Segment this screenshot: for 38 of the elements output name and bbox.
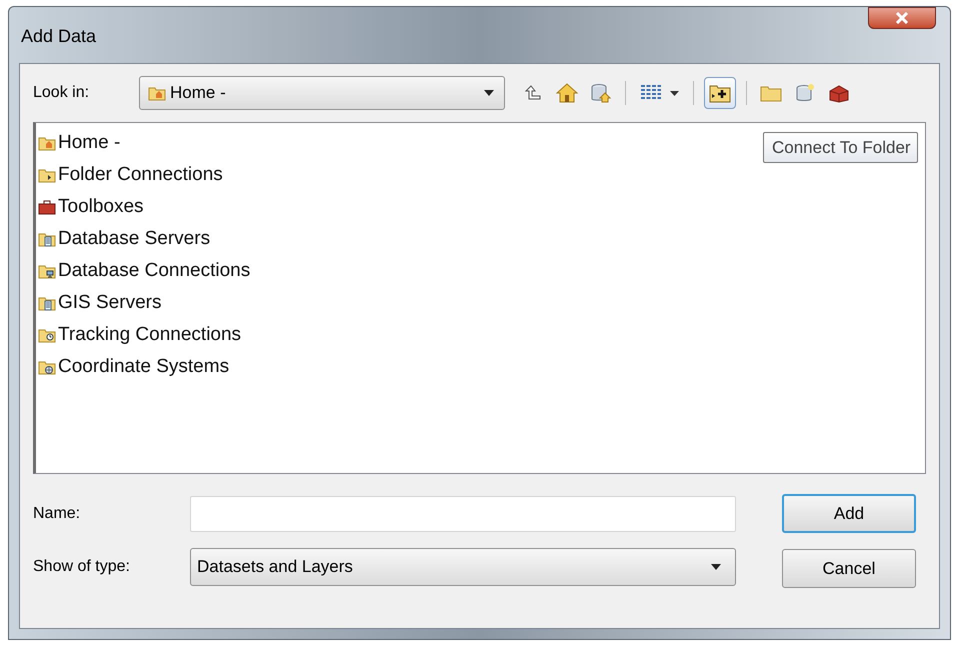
folder-arrow-icon	[38, 167, 56, 183]
name-label: Name:	[33, 504, 82, 524]
list-item[interactable]: GIS Servers	[38, 287, 162, 319]
dropdown-arrow-icon	[484, 90, 494, 96]
list-item[interactable]: Toolboxes	[38, 191, 144, 223]
show-of-type-dropdown[interactable]: Datasets and Layers	[190, 548, 736, 586]
list-item[interactable]: Home -	[38, 127, 120, 159]
close-icon	[895, 12, 909, 24]
list-item[interactable]: Database Servers	[38, 223, 210, 255]
folder-house-icon	[148, 85, 166, 101]
folder-plus-icon	[709, 83, 731, 103]
dropdown-arrow-icon	[711, 564, 721, 570]
dialog-button[interactable]: Add	[782, 494, 916, 533]
look-in-label: Look in:	[33, 83, 90, 103]
list-item[interactable]: Coordinate Systems	[38, 351, 230, 383]
list-item[interactable]: Tracking Connections	[38, 319, 242, 351]
look-in-value: Home -	[170, 82, 227, 104]
database-house-icon	[590, 82, 612, 104]
folder-server-icon	[38, 231, 56, 247]
look-in-dropdown[interactable]: Home -	[139, 76, 505, 110]
list-item[interactable]: Folder Connections	[38, 159, 223, 191]
window-title: Add Data	[21, 25, 96, 48]
show-of-type-value: Datasets and Layers	[197, 556, 354, 578]
dialog-button[interactable]: Cancel	[782, 549, 916, 588]
folder-server-icon	[38, 295, 56, 311]
close-button[interactable]	[868, 7, 936, 29]
show-of-type-label: Show of type:	[33, 557, 131, 577]
name-field[interactable]	[190, 496, 736, 532]
list-item[interactable]: Database Connections	[38, 255, 250, 287]
connect-to-folder-button[interactable]	[704, 77, 736, 109]
folder-globe-icon	[38, 359, 56, 375]
tooltip: Connect To Folder	[763, 132, 918, 163]
caret-icon	[670, 90, 679, 96]
folder-clock-icon	[38, 327, 56, 343]
folder-monitor-icon	[38, 263, 56, 279]
house-icon	[556, 82, 578, 104]
folder-house-icon	[38, 135, 56, 151]
database-icon	[794, 83, 816, 103]
